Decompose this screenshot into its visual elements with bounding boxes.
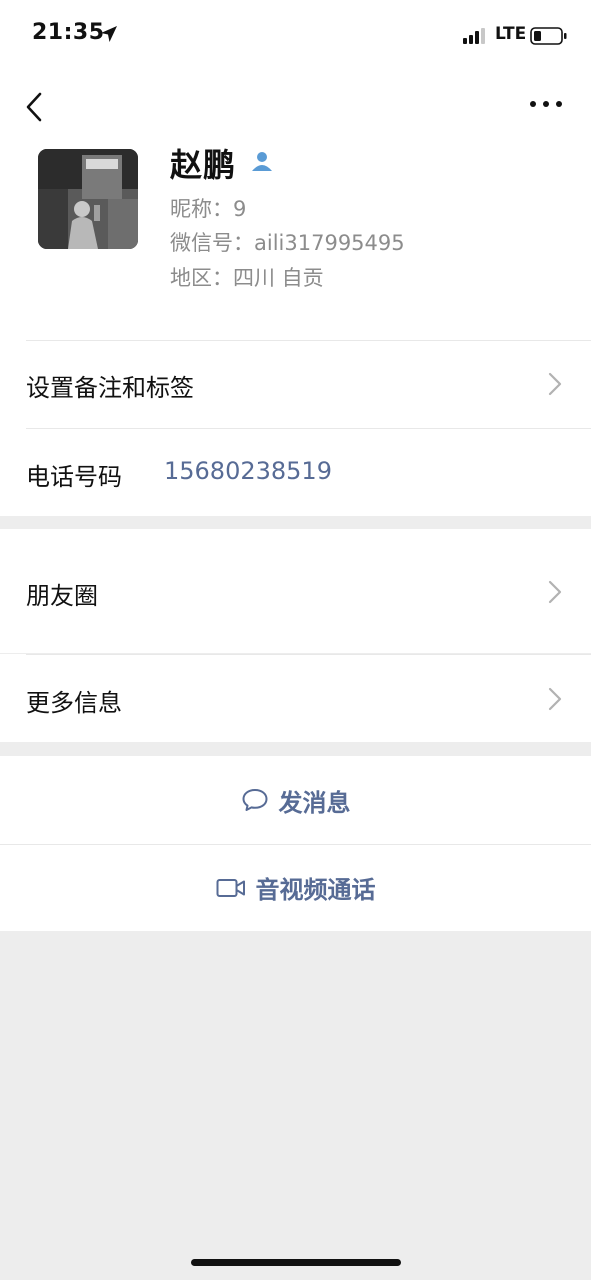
divider bbox=[26, 654, 591, 655]
video-call-button[interactable]: 音视频通话 bbox=[0, 844, 591, 931]
location-arrow-icon bbox=[101, 26, 117, 42]
phone-label: 电话号码 bbox=[26, 463, 122, 491]
divider bbox=[26, 428, 591, 429]
person-icon bbox=[252, 152, 272, 171]
signal-icon bbox=[463, 28, 485, 44]
more-info-cell[interactable]: 更多信息 bbox=[0, 654, 591, 742]
contact-name: 赵鹏 bbox=[170, 146, 237, 184]
send-message-button[interactable]: 发消息 bbox=[0, 756, 591, 844]
chevron-right-icon bbox=[548, 372, 562, 396]
more-options-button[interactable] bbox=[528, 94, 564, 114]
profile-header: 赵鹏 昵称：9 微信号：aili317995495 地区：四川 自贡 bbox=[0, 72, 591, 340]
phone-number-link[interactable]: 15680238519 bbox=[164, 457, 332, 485]
moments-label: 朋友圈 bbox=[26, 582, 98, 610]
more-info-label: 更多信息 bbox=[26, 689, 122, 717]
battery-icon bbox=[530, 27, 567, 45]
back-button[interactable] bbox=[22, 90, 48, 124]
chevron-right-icon bbox=[548, 687, 562, 711]
remark-tags-label: 设置备注和标签 bbox=[26, 374, 194, 402]
moments-cell[interactable]: 朋友圈 bbox=[0, 529, 591, 653]
avatar-photo bbox=[38, 149, 138, 249]
nickname: 昵称：9 bbox=[170, 197, 247, 221]
video-call-label: 音视频通话 bbox=[255, 876, 376, 904]
home-indicator bbox=[191, 1259, 401, 1266]
chevron-right-icon bbox=[548, 580, 562, 604]
remark-tags-cell[interactable]: 设置备注和标签 bbox=[0, 340, 591, 428]
status-bar: 21:35 LTE bbox=[0, 0, 591, 72]
phone-cell: 电话号码 15680238519 bbox=[0, 428, 591, 516]
network-type: LTE bbox=[495, 24, 527, 44]
chat-bubble-icon bbox=[242, 789, 267, 811]
avatar[interactable] bbox=[38, 149, 138, 249]
divider bbox=[26, 340, 591, 341]
video-camera-icon bbox=[216, 878, 245, 897]
status-time: 21:35 bbox=[32, 20, 105, 45]
wechat-id: 微信号：aili317995495 bbox=[170, 231, 405, 255]
region: 地区：四川 自贡 bbox=[170, 266, 324, 290]
send-message-label: 发消息 bbox=[278, 788, 351, 817]
